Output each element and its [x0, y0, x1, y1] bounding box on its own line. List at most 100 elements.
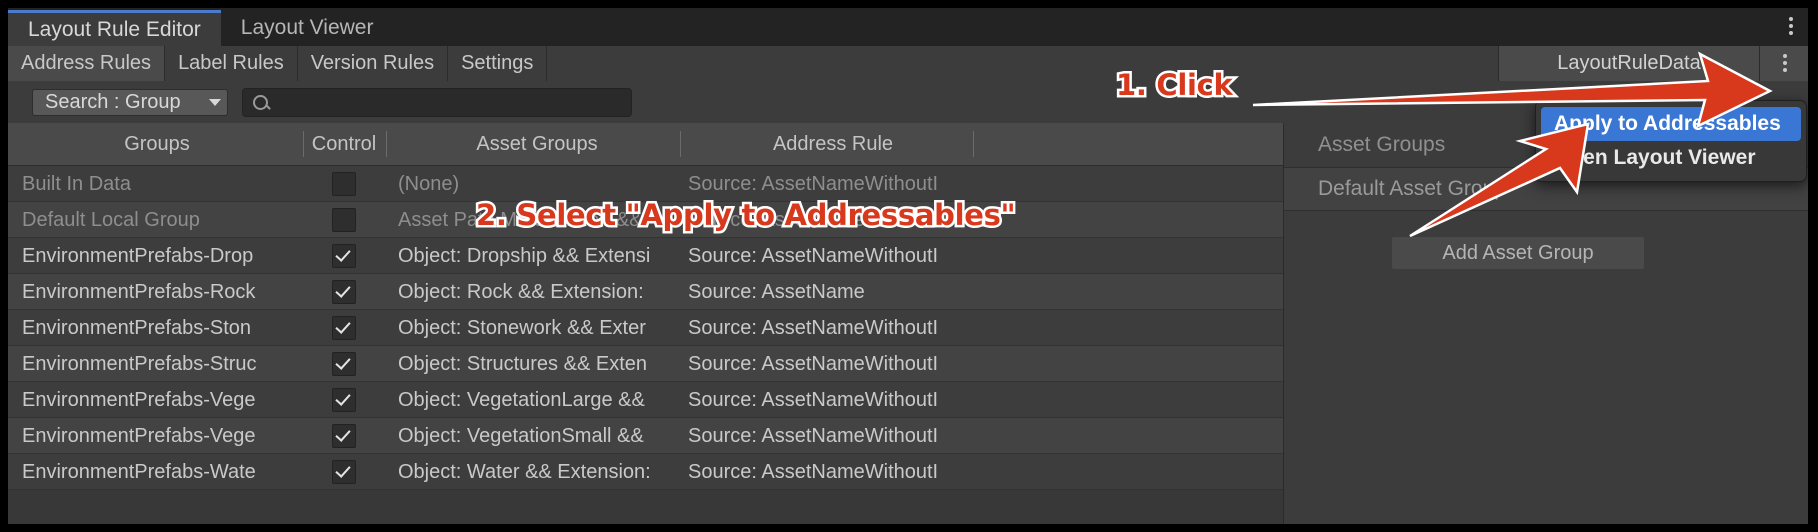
rules-table-panel: Groups Control Asset Groups Address Rule… [8, 123, 1283, 524]
asset-groups-panel: Asset Groups Default Asset Group Add Ass… [1283, 123, 1808, 524]
table-row[interactable]: EnvironmentPrefabs-Drop Object: Dropship … [8, 238, 1283, 274]
subtab-settings[interactable]: Settings [448, 46, 548, 81]
annotation-step-2: 2. Select "Apply to Addressables" [473, 196, 1018, 235]
column-divider[interactable] [386, 131, 387, 157]
checkbox-checked[interactable] [332, 424, 356, 448]
table-row[interactable]: EnvironmentPrefabs-Ston Object: Stonework… [8, 310, 1283, 346]
checkbox-checked[interactable] [332, 352, 356, 376]
checkbox-checked[interactable] [332, 280, 356, 304]
cell-asset-group: Object: VegetationSmall && [398, 424, 644, 447]
screenshot-root: Layout Rule Editor Layout Viewer Address… [0, 0, 1818, 532]
kebab-dot [1783, 61, 1787, 65]
cell-control [303, 310, 385, 346]
window-kebab-menu-icon[interactable] [1780, 11, 1802, 41]
cell-group-name: EnvironmentPrefabs-Struc [22, 352, 257, 375]
kebab-dot [1783, 54, 1787, 58]
search-mode-label: Search : Group [45, 90, 181, 113]
tab-layout-viewer[interactable]: Layout Viewer [220, 10, 394, 46]
search-mode-dropdown[interactable]: Search : Group [32, 88, 228, 116]
cell-control [303, 418, 385, 454]
add-asset-group-wrap: Add Asset Group [1284, 237, 1808, 269]
cell-control [303, 274, 385, 310]
cell-asset-group: Object: Water && Extension: [398, 460, 651, 483]
table-header-row: Groups Control Asset Groups Address Rule [8, 123, 1283, 166]
subtab-label-rules-label: Label Rules [178, 52, 284, 74]
cell-control [303, 166, 385, 202]
add-asset-group-button[interactable]: Add Asset Group [1392, 237, 1644, 269]
sub-tab-bar: Address Rules Label Rules Version Rules … [8, 46, 1808, 81]
checkbox-checked[interactable] [332, 388, 356, 412]
cell-group-name: EnvironmentPrefabs-Drop [22, 244, 254, 267]
table-row[interactable]: EnvironmentPrefabs-Wate Object: Water && … [8, 454, 1283, 490]
layout-rule-data-tab[interactable]: LayoutRuleData [1499, 46, 1760, 81]
cell-asset-group: Object: Structures && Exten [398, 352, 647, 375]
search-toolbar: Search : Group [8, 81, 1283, 123]
cell-control [303, 202, 385, 238]
cell-address-rule: Source: AssetNameWithoutI [688, 352, 939, 375]
cell-group-name: EnvironmentPrefabs-Wate [22, 460, 256, 483]
cell-asset-group: Object: Rock && Extension: [398, 280, 644, 303]
checkbox-checked[interactable] [332, 316, 356, 340]
table-row[interactable]: EnvironmentPrefabs-Struc Object: Structur… [8, 346, 1283, 382]
cell-address-rule: Source: AssetNameWithoutI [688, 244, 939, 267]
search-input[interactable] [242, 87, 632, 117]
cell-address-rule: Source: AssetNameWithoutI [688, 316, 939, 339]
checkbox-checked[interactable] [332, 244, 356, 268]
subtab-settings-label: Settings [461, 52, 534, 74]
subtab-version-rules[interactable]: Version Rules [297, 46, 449, 81]
column-header-address-rule[interactable]: Address Rule [688, 123, 978, 165]
tab-layout-rule-editor-label: Layout Rule Editor [28, 17, 201, 41]
menu-item-open-layout-viewer[interactable]: Open Layout Viewer [1541, 141, 1801, 175]
cell-group-name: Default Local Group [22, 208, 200, 231]
column-header-control[interactable]: Control [303, 123, 385, 165]
column-divider[interactable] [973, 131, 974, 157]
cell-group-name: EnvironmentPrefabs-Vege [22, 388, 256, 411]
annotation-step-1: 1. Click [1114, 66, 1236, 105]
column-header-asset-groups[interactable]: Asset Groups [398, 123, 676, 165]
table-row[interactable]: EnvironmentPrefabs-Rock Object: Rock && E… [8, 274, 1283, 310]
kebab-dot [1789, 31, 1793, 35]
cell-control [303, 238, 385, 274]
kebab-dot [1789, 17, 1793, 21]
tab-layout-rule-editor[interactable]: Layout Rule Editor [8, 10, 221, 46]
cell-asset-group: Object: Dropship && Extensi [398, 244, 651, 267]
menu-item-apply-to-addressables[interactable]: Apply to Addressables [1541, 107, 1801, 141]
checkbox-unchecked[interactable] [332, 172, 356, 196]
sub-tab-kebab-holder [1760, 46, 1808, 81]
cell-group-name: EnvironmentPrefabs-Vege [22, 424, 256, 447]
cell-asset-group: Object: Stonework && Exter [398, 316, 646, 339]
chevron-down-icon [209, 98, 221, 106]
cell-address-rule: Source: AssetName [688, 280, 865, 303]
column-divider[interactable] [680, 131, 681, 157]
search-icon [253, 94, 268, 110]
tab-layout-viewer-label: Layout Viewer [240, 16, 374, 39]
cell-group-name: EnvironmentPrefabs-Rock [22, 280, 256, 303]
checkbox-checked[interactable] [332, 460, 356, 484]
cell-control [303, 346, 385, 382]
cell-address-rule: Source: AssetNameWithoutI [688, 172, 939, 195]
kebab-dot [1789, 24, 1793, 28]
subtab-address-rules-label: Address Rules [21, 52, 152, 74]
sub-tab-filler [547, 46, 1499, 81]
unity-editor-window: Layout Rule Editor Layout Viewer Address… [8, 8, 1808, 524]
table-row[interactable]: EnvironmentPrefabs-Vege Object: Vegetatio… [8, 382, 1283, 418]
layout-rule-data-kebab-menu-icon[interactable] [1774, 48, 1796, 78]
cell-address-rule: Source: AssetNameWithoutI [688, 388, 939, 411]
cell-group-name: EnvironmentPrefabs-Ston [22, 316, 252, 339]
kebab-dot [1783, 68, 1787, 72]
subtab-version-rules-label: Version Rules [310, 52, 435, 74]
table-row[interactable]: EnvironmentPrefabs-Vege Object: Vegetatio… [8, 418, 1283, 454]
cell-asset-group: Object: VegetationLarge && [398, 388, 645, 411]
cell-control [303, 454, 385, 490]
subtab-label-rules[interactable]: Label Rules [165, 46, 298, 81]
table-row[interactable]: Built In Data (None) Source: AssetNameWith… [8, 166, 1283, 202]
window-tab-strip: Layout Rule Editor Layout Viewer [8, 8, 1808, 46]
cell-address-rule: Source: AssetNameWithoutI [688, 424, 939, 447]
cell-asset-group: (None) [398, 172, 460, 195]
cell-group-name: Built In Data [22, 172, 131, 195]
kebab-context-menu: Apply to Addressables Open Layout Viewer [1535, 100, 1807, 182]
column-header-groups[interactable]: Groups [22, 123, 292, 165]
checkbox-unchecked[interactable] [332, 208, 356, 232]
subtab-address-rules[interactable]: Address Rules [8, 46, 166, 81]
cell-address-rule: Source: AssetNameWithoutI [688, 460, 939, 483]
